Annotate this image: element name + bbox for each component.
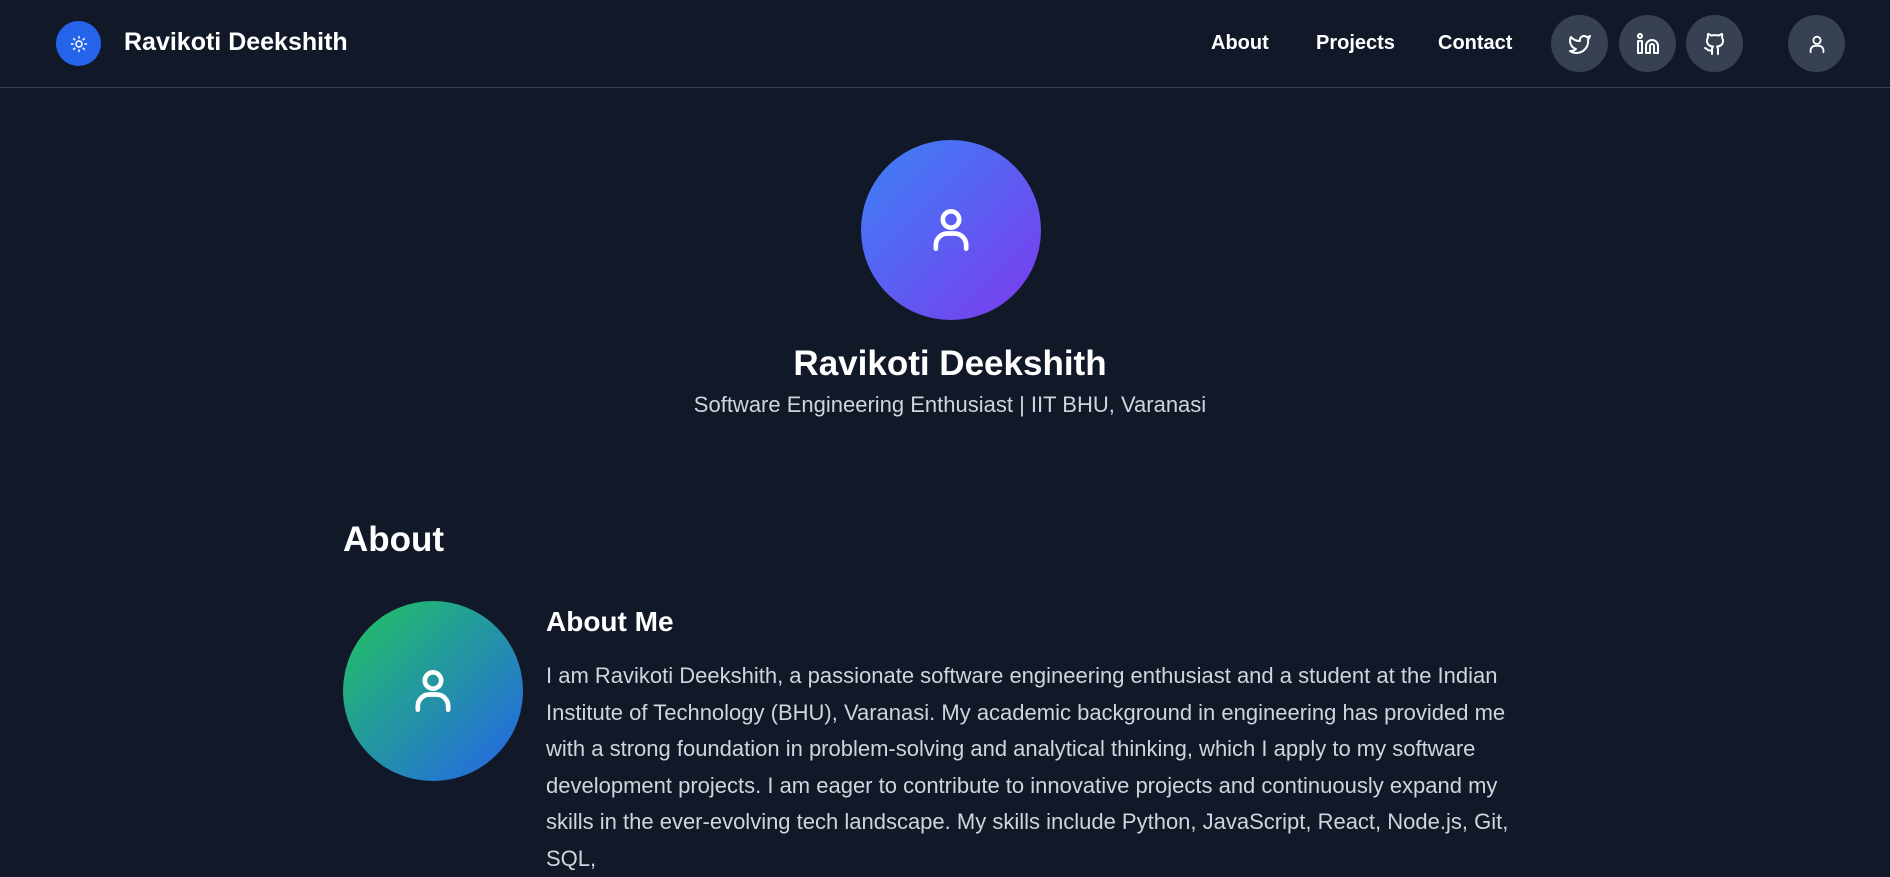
github-icon (1703, 32, 1724, 55)
nav-link-contact[interactable]: Contact (1438, 32, 1512, 55)
about-paragraph: I am Ravikoti Deekshith, a passionate so… (546, 663, 1509, 871)
site-header: Ravikoti Deekshith About Projects Contac… (0, 0, 1890, 88)
about-avatar (343, 601, 523, 781)
linkedin-icon (1636, 32, 1659, 54)
hero-name: Ravikoti Deekshith (793, 344, 1107, 383)
user-icon (1809, 35, 1824, 53)
nav-link-projects[interactable]: Projects (1316, 32, 1395, 55)
profile-button[interactable] (1788, 15, 1845, 72)
user-icon (933, 209, 969, 252)
site-title[interactable]: Ravikoti Deekshith (124, 28, 348, 57)
about-heading: About Me (546, 606, 674, 637)
github-button[interactable] (1686, 15, 1743, 72)
sun-icon (70, 35, 87, 52)
theme-toggle-button[interactable] (56, 21, 101, 66)
nav-link-about[interactable]: About (1211, 32, 1269, 55)
hero-avatar (861, 140, 1041, 320)
user-icon (415, 670, 451, 712)
twitter-icon (1568, 34, 1591, 54)
linkedin-button[interactable] (1619, 15, 1676, 72)
twitter-button[interactable] (1551, 15, 1608, 72)
hero-tagline: Software Engineering Enthusiast | IIT BH… (693, 392, 1207, 417)
about-section-title: About (343, 520, 445, 559)
